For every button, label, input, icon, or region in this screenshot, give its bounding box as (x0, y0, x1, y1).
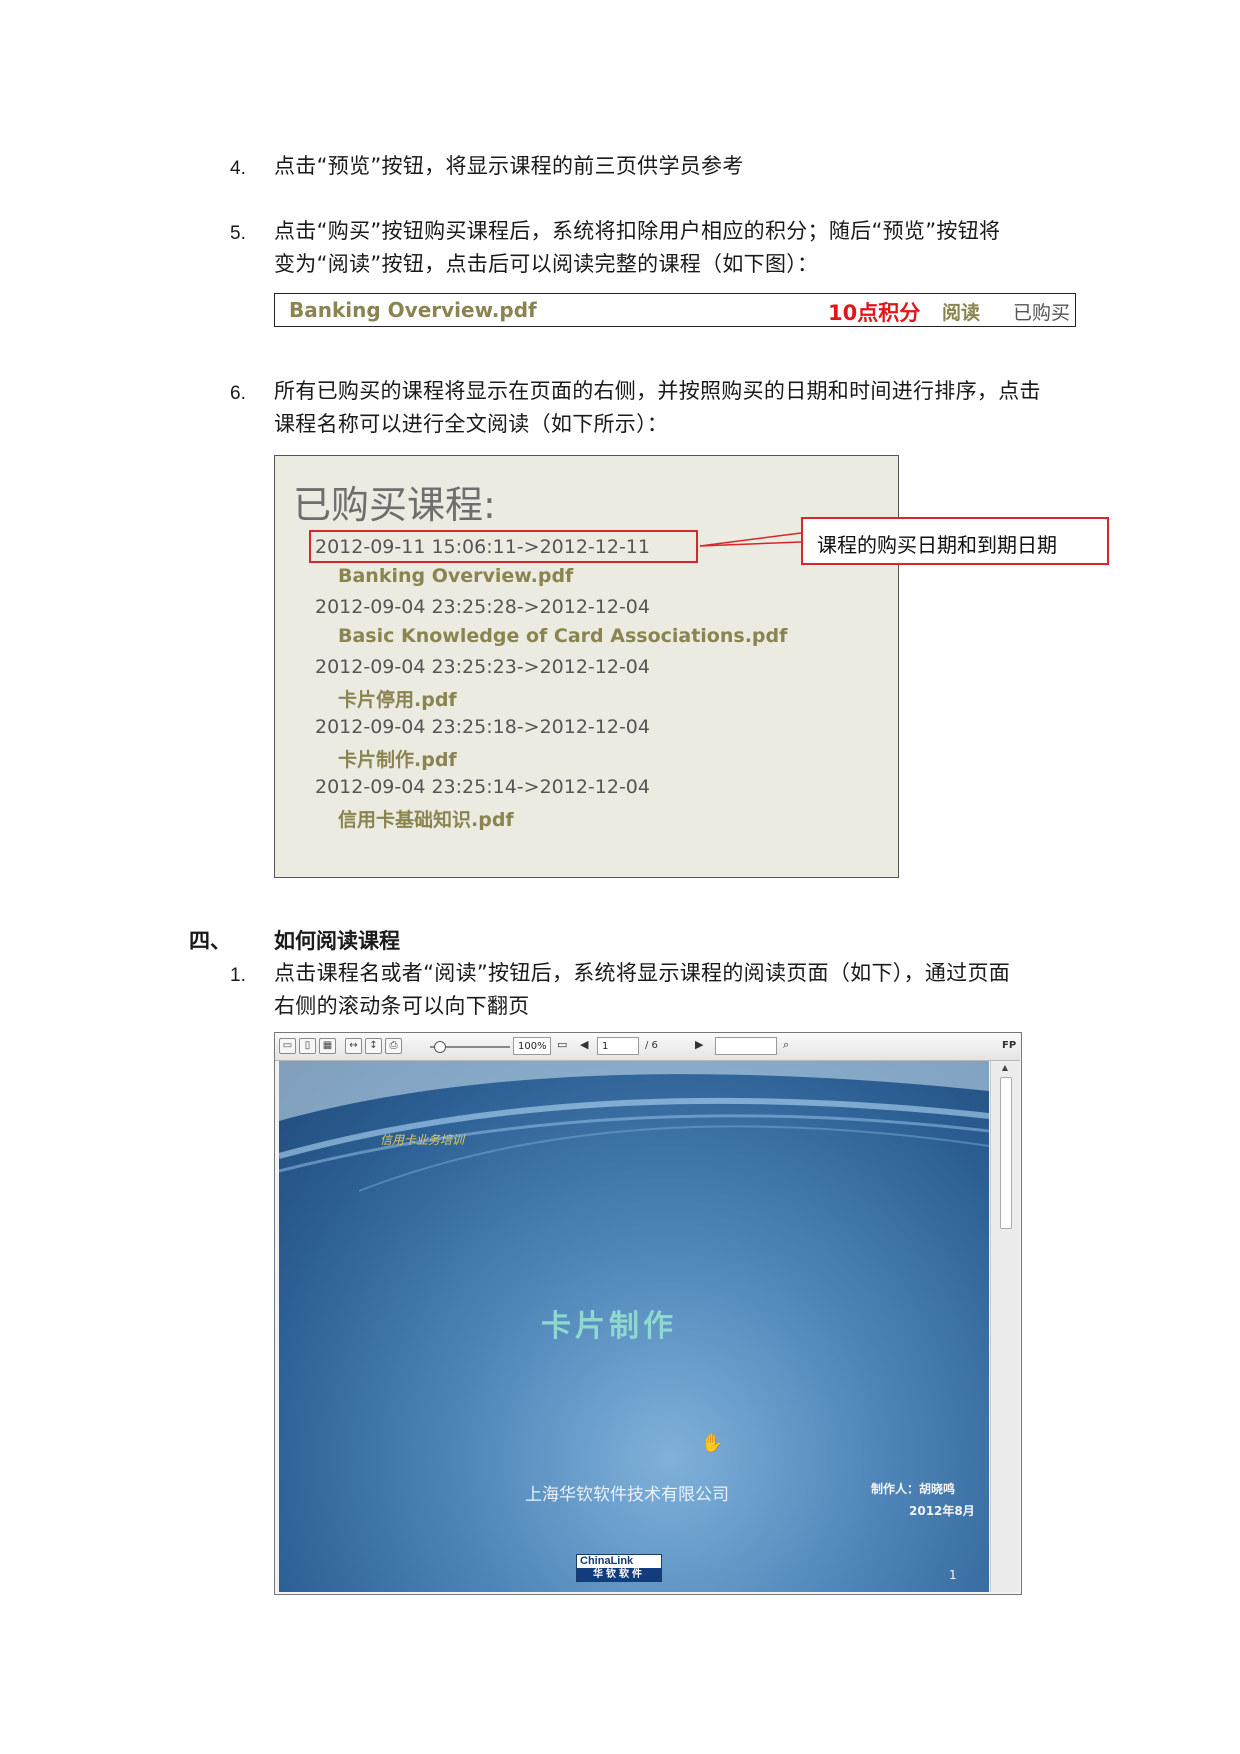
points-label: 10点积分 (828, 301, 921, 325)
document-viewer: ▭ ▯ ▦ ↔ ↕ ⎙ 100% ▭ ◀ 1 / 6 ▶ ⌕ FP 信用卡业务培… (274, 1032, 1022, 1595)
callout-pointer (699, 532, 802, 547)
company-logo: ChinaLink 华钦软件 (576, 1554, 662, 1582)
course-link[interactable]: Basic Knowledge of Card Associations.pdf (338, 625, 787, 647)
slide-subtitle: 信用卡业务培训 (380, 1133, 465, 1147)
step-text-line: 所有已购买的课程将显示在页面的右侧，并按照购买的日期和时间进行排序，点击 (274, 379, 1041, 403)
callout-box: 课程的购买日期和到期日期 (801, 517, 1109, 565)
step-text-line: 课程名称可以进行全文阅读（如下所示）： (274, 412, 669, 436)
date-highlight-box (309, 530, 698, 563)
slide-page: 信用卡业务培训 卡片制作 上海华钦软件技术有限公司 制作人：胡晓鸣 2012年8… (279, 1061, 989, 1592)
zoom-level[interactable]: 100% (513, 1037, 551, 1055)
scroll-up-icon[interactable]: ▲ (1000, 1063, 1010, 1075)
fullscreen-icon[interactable]: ▭ (557, 1038, 567, 1051)
two-page-icon[interactable]: ▯ (299, 1038, 316, 1054)
fit-height-icon[interactable]: ↕ (365, 1038, 382, 1054)
section-number: 四、 (189, 929, 231, 953)
fp-label: FP (1002, 1040, 1017, 1051)
scrollbar-thumb[interactable] (1000, 1077, 1012, 1229)
prev-page-icon[interactable]: ◀ (580, 1038, 588, 1051)
callout-text: 课程的购买日期和到期日期 (817, 533, 1057, 557)
single-page-icon[interactable]: ▭ (279, 1038, 296, 1054)
purchase-date: 2012-09-04 23:25:18->2012-12-04 (315, 716, 650, 738)
hand-cursor-icon: ✋ (701, 1433, 724, 1454)
course-link[interactable]: 卡片制作.pdf (338, 745, 457, 772)
step-number: 5. (230, 223, 246, 244)
purchase-date: 2012-09-04 23:25:14->2012-12-04 (315, 776, 650, 798)
course-name-link[interactable]: Banking Overview.pdf (289, 298, 537, 322)
search-icon[interactable]: ⌕ (783, 1038, 789, 1052)
grid-view-icon[interactable]: ▦ (319, 1038, 336, 1054)
print-icon[interactable]: ⎙ (385, 1038, 402, 1054)
section-title: 如何阅读课程 (274, 929, 400, 953)
course-link[interactable]: 信用卡基础知识.pdf (338, 805, 514, 832)
page-input[interactable]: 1 (597, 1037, 639, 1055)
search-input[interactable] (715, 1037, 777, 1055)
step-number: 6. (230, 383, 246, 404)
fit-width-icon[interactable]: ↔ (345, 1038, 362, 1054)
course-link[interactable]: 卡片停用.pdf (338, 685, 457, 712)
step-text-line: 点击课程名或者“阅读”按钮后，系统将显示课程的阅读页面（如下），通过页面 (274, 961, 1011, 985)
step-text-line: 右侧的滚动条可以向下翻页 (274, 994, 530, 1018)
slide-author: 制作人：胡晓鸣 (871, 1482, 956, 1496)
step-number: 4. (230, 158, 246, 179)
viewer-toolbar: ▭ ▯ ▦ ↔ ↕ ⎙ 100% ▭ ◀ 1 / 6 ▶ ⌕ FP (275, 1033, 1020, 1061)
step-text-line: 点击“购买”按钮购买课程后，系统将扣除用户相应的积分；随后“预览”按钮将 (274, 219, 1001, 243)
next-page-icon[interactable]: ▶ (695, 1038, 703, 1051)
course-row: Banking Overview.pdf 10点积分 阅读 已购买 (274, 293, 1076, 327)
vertical-scrollbar[interactable]: ▲ (990, 1061, 1019, 1592)
panel-title: 已购买课程: (293, 483, 496, 527)
zoom-slider-handle[interactable] (434, 1041, 446, 1053)
read-button[interactable]: 阅读 (942, 298, 980, 325)
page-total: / 6 (645, 1040, 658, 1051)
slide-page-number: 1 (949, 1568, 957, 1582)
step-number: 1. (230, 965, 246, 986)
step-text: 点击“预览”按钮，将显示课程的前三页供学员参考 (274, 154, 744, 178)
slide-date: 2012年8月 (909, 1504, 975, 1518)
slide-company: 上海华钦软件技术有限公司 (525, 1485, 729, 1505)
course-link[interactable]: Banking Overview.pdf (338, 565, 573, 587)
purchased-status: 已购买 (1013, 302, 1071, 324)
slide-wave-decoration (279, 1061, 989, 1192)
purchase-date: 2012-09-04 23:25:23->2012-12-04 (315, 656, 650, 678)
slide-title: 卡片制作 (541, 1309, 677, 1344)
purchase-date: 2012-09-04 23:25:28->2012-12-04 (315, 596, 650, 618)
step-text-line: 变为“阅读”按钮，点击后可以阅读完整的课程（如下图）： (274, 252, 819, 276)
